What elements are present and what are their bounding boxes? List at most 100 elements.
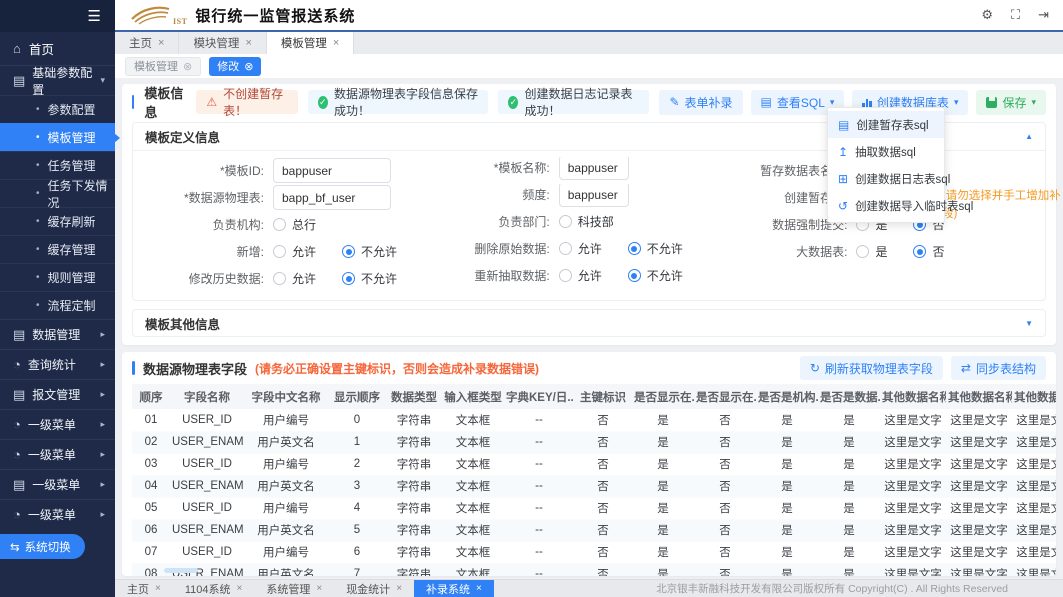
refresh-fields-button[interactable]: ↻刷新获取物理表字段 [800,356,943,380]
close-icon[interactable]: × [476,583,482,594]
table-row[interactable]: 03USER_ID用户编号2字符串文本框--否是否是是这里是文字这里是文字这里是… [132,453,1056,475]
frequency-field[interactable] [559,184,629,207]
chevron-down-icon: ▾ [830,97,835,108]
template-id-field[interactable] [273,158,391,183]
sidebar-item-cache-refresh[interactable]: •缓存刷新 [0,207,115,235]
radio-icon[interactable] [273,245,286,258]
radio-icon[interactable] [559,215,572,228]
re-extract-allow-radio[interactable]: 允许 [559,267,602,284]
close-icon[interactable]: × [155,583,161,594]
sidebar-group-menu-3[interactable]: ▤一级菜单▸ [0,469,115,499]
table-cell: -- [504,541,574,563]
table-row[interactable]: 07USER_ID用户编号6字符串文本框--否是否是是这里是文字这里是文字这里是… [132,541,1056,563]
close-icon[interactable]: × [245,37,251,49]
sidebar-item-param-config[interactable]: •参数配置 [0,95,115,123]
menu-item-create-log-table-sql[interactable]: ⊞创建数据日志表sql [828,165,944,192]
sync-structure-button[interactable]: ⇄同步表结构 [951,356,1046,380]
table-cell: 这里是文字 [946,431,1012,453]
table-cell: 这里是文字 [1012,453,1056,475]
radio-icon[interactable] [559,269,572,282]
close-icon[interactable]: × [333,37,339,49]
sidebar-item-task-dispatch[interactable]: •任务下发情况 [0,179,115,207]
logout-icon[interactable]: ⇥ [1038,7,1049,23]
add-new-allow-radio[interactable]: 允许 [273,243,316,260]
delete-original-deny-radio[interactable]: 不允许 [628,240,683,257]
radio-icon[interactable] [273,218,286,231]
save-button[interactable]: 保存▾ [976,90,1046,115]
sidebar-group-menu-4[interactable]: ◔一级菜单▸ [0,499,115,529]
close-icon[interactable]: × [237,583,243,594]
hamburger-icon[interactable]: ☰ [88,7,101,25]
sidebar-item-rule-mgmt[interactable]: •规则管理 [0,263,115,291]
close-circle-icon[interactable]: ⊗ [183,60,192,73]
template-other-info-section[interactable]: 模板其他信息 ▼ [132,309,1046,337]
source-table-field[interactable] [273,185,391,210]
sidebar-group-menu-1[interactable]: ◔一级菜单▸ [0,409,115,439]
field-label: *模板名称: [439,159,559,176]
radio-icon[interactable] [856,245,869,258]
radio-icon[interactable] [628,269,641,282]
add-new-deny-radio[interactable]: 不允许 [342,243,397,260]
radio-icon[interactable] [628,242,641,255]
table-row[interactable]: 01USER_ID用户编号0字符串文本框--否是否是是这里是文字这里是文字这里是… [132,409,1056,431]
sidebar-group-basic-params[interactable]: ▤ 基础参数配置 ▾ [0,65,115,95]
big-table-no-radio[interactable]: 否 [913,243,944,260]
radio-icon[interactable] [342,272,355,285]
modify-history-deny-radio[interactable]: 不允许 [342,270,397,287]
sidebar-item-process-custom[interactable]: •流程定制 [0,291,115,319]
modify-history-allow-radio[interactable]: 允许 [273,270,316,287]
table-row[interactable]: 08USER_ENAME用户英文名7字符串文本框--否是否是是这里是文字这里是文… [132,563,1056,576]
fullscreen-icon[interactable]: ⛶ [1011,7,1020,23]
menu-item-extract-data-sql[interactable]: ↥抽取数据sql [828,138,944,165]
delete-original-allow-radio[interactable]: 允许 [559,240,602,257]
chip-edit[interactable]: 修改⊗ [209,57,261,76]
sidebar-group-message-mgmt[interactable]: ▤报文管理▸ [0,379,115,409]
tab-home[interactable]: 主页× [115,32,179,54]
table-row[interactable]: 05USER_ID用户编号4字符串文本框--否是否是是这里是文字这里是文字这里是… [132,497,1056,519]
collapse-icon[interactable]: ▲ [1025,132,1033,141]
table-row[interactable]: 04USER_ENAME用户英文名3字符串文本框--否是否是是这里是文字这里是文… [132,475,1056,497]
close-circle-icon[interactable]: ⊗ [244,60,253,73]
bottom-tab-cash-stats[interactable]: 现金统计× [334,580,414,597]
radio-icon[interactable] [342,245,355,258]
menu-item-create-staging-sql[interactable]: ▤创建暂存表sql [828,111,944,138]
template-name-field[interactable] [559,157,629,180]
gear-icon[interactable]: ⚙ [981,7,993,23]
table-cell: -- [504,453,574,475]
radio-icon[interactable] [913,245,926,258]
sidebar-item-cache-mgmt[interactable]: •缓存管理 [0,235,115,263]
bottom-tab-system-mgmt[interactable]: 系统管理 × [254,580,334,597]
table-row[interactable]: 02USER_ENAME用户英文名1字符串文本框--否是否是是这里是文字这里是文… [132,431,1056,453]
system-switch-button[interactable]: ⇆ 系统切换 [0,534,85,559]
dept-radio[interactable]: 科技部 [559,213,614,230]
menu-item-create-temp-table-sql[interactable]: ↺创建数据导入临时表sql [828,192,944,219]
sidebar-group-menu-2[interactable]: ◔一级菜单▸ [0,439,115,469]
horizontal-scrollbar[interactable] [164,568,198,573]
bottom-tab-supplement-system[interactable]: 补录系统× [414,580,494,597]
tab-template-mgmt[interactable]: 模板管理× [267,32,354,54]
sidebar-group-data-mgmt[interactable]: ▤数据管理▸ [0,319,115,349]
sidebar-item-home[interactable]: ⌂ 首页 [0,32,115,65]
tab-module-mgmt[interactable]: 模块管理× [179,32,266,54]
close-icon[interactable]: × [158,37,164,49]
table-cell: 是 [756,497,818,519]
table-row[interactable]: 06USER_ENAME用户英文名5字符串文本框--否是否是是这里是文字这里是文… [132,519,1056,541]
form-entry-button[interactable]: ✎表单补录 [659,90,742,115]
org-radio[interactable]: 总行 [273,216,316,233]
big-table-yes-radio[interactable]: 是 [856,243,887,260]
chip-template-mgmt[interactable]: 模板管理⊗ [125,57,201,76]
sidebar-group-query-stats[interactable]: ◔查询统计▸ [0,349,115,379]
collapse-icon[interactable]: ▼ [1025,319,1033,328]
re-extract-deny-radio[interactable]: 不允许 [628,267,683,284]
bottom-tab-1104[interactable]: 1104系统× [173,580,255,597]
close-icon[interactable]: × [316,583,322,594]
tab-label: 系统管理 [266,581,310,597]
close-icon[interactable]: × [396,583,402,594]
table-body: 01USER_ID用户编号0字符串文本框--否是否是是这里是文字这里是文字这里是… [132,409,1056,576]
radio-icon[interactable] [559,242,572,255]
sidebar-item-template-mgmt[interactable]: •模板管理 [0,123,115,151]
sidebar-item-task-mgmt[interactable]: •任务管理 [0,151,115,179]
bottom-tab-home[interactable]: 主页× [115,580,173,597]
book-icon: ▤ [13,73,25,89]
radio-icon[interactable] [273,272,286,285]
